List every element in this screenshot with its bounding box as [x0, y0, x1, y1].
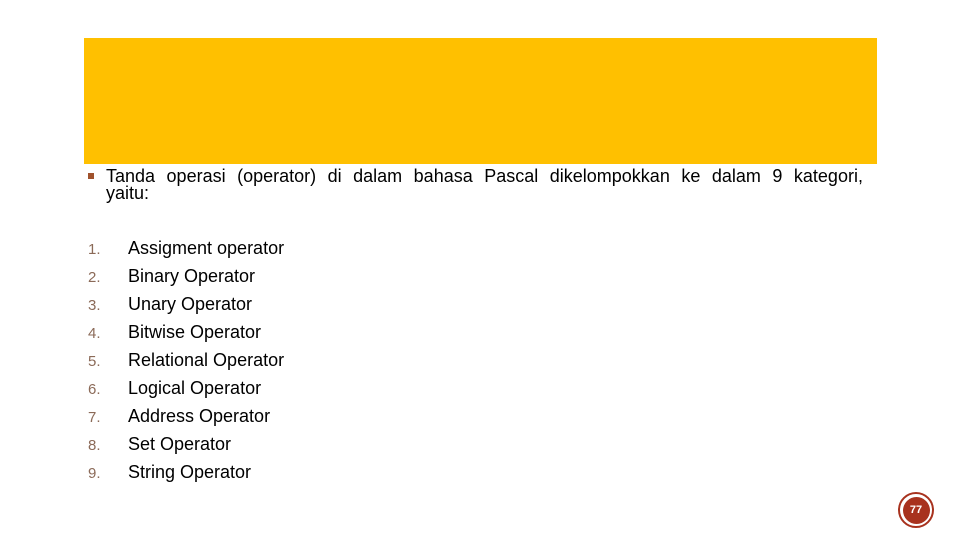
- intro-word: dikelompokkan: [549, 166, 670, 186]
- list-text: String Operator: [128, 462, 252, 482]
- title-band: [84, 38, 877, 164]
- list-text: Set Operator: [128, 434, 232, 454]
- intro-line-1: Tanda operasi (operator) di dalam bahasa…: [88, 166, 863, 186]
- square-bullet-icon: [88, 173, 94, 179]
- intro-word: Tanda: [106, 166, 156, 186]
- intro-word: bahasa: [413, 166, 473, 186]
- list-text: Unary Operator: [128, 294, 253, 314]
- list-text: Address Operator: [128, 406, 271, 426]
- list-item: 7. Address Operator: [88, 402, 284, 430]
- intro-word: ke: [681, 166, 701, 186]
- list-number: 7.: [88, 409, 101, 426]
- intro-paragraph: Tanda operasi (operator) di dalam bahasa…: [88, 166, 863, 203]
- intro-word: Pascal: [484, 166, 539, 186]
- list-text: Assigment operator: [128, 238, 285, 258]
- list-item: 2. Binary Operator: [88, 262, 284, 290]
- intro-word: 9: [772, 166, 783, 186]
- list-text: Logical Operator: [128, 378, 262, 398]
- intro-word: operasi: [166, 166, 226, 186]
- list-text: Bitwise Operator: [128, 322, 262, 342]
- list-number: 8.: [88, 437, 101, 454]
- list-number: 5.: [88, 353, 101, 370]
- intro-word: di: [327, 166, 342, 186]
- intro-word: dalam: [353, 166, 403, 186]
- list-text: Binary Operator: [128, 266, 256, 286]
- list-item: 1. Assigment operator: [88, 234, 284, 262]
- intro-word: kategori,: [793, 166, 863, 186]
- page-number-badge: 77: [898, 492, 934, 528]
- list-number: 4.: [88, 325, 101, 342]
- list-item: 9. String Operator: [88, 458, 284, 486]
- intro-line-2: yaitu:: [106, 183, 150, 203]
- list-number: 3.: [88, 297, 101, 314]
- list-item: 4. Bitwise Operator: [88, 318, 284, 346]
- list-item: 8. Set Operator: [88, 430, 284, 458]
- list-item: 5. Relational Operator: [88, 346, 284, 374]
- list-number: 6.: [88, 381, 101, 398]
- list-number: 9.: [88, 465, 101, 482]
- page-number: 77: [902, 496, 930, 524]
- list-item: 6. Logical Operator: [88, 374, 284, 402]
- slide: Tanda operasi (operator) di dalam bahasa…: [0, 0, 960, 540]
- operator-category-list: 1. Assigment operator 2. Binary Operator…: [88, 234, 284, 486]
- intro-word: (operator): [237, 166, 317, 186]
- list-number: 2.: [88, 269, 101, 286]
- list-text: Relational Operator: [128, 350, 285, 370]
- list-number: 1.: [88, 241, 101, 258]
- list-item: 3. Unary Operator: [88, 290, 284, 318]
- intro-word: dalam: [711, 166, 761, 186]
